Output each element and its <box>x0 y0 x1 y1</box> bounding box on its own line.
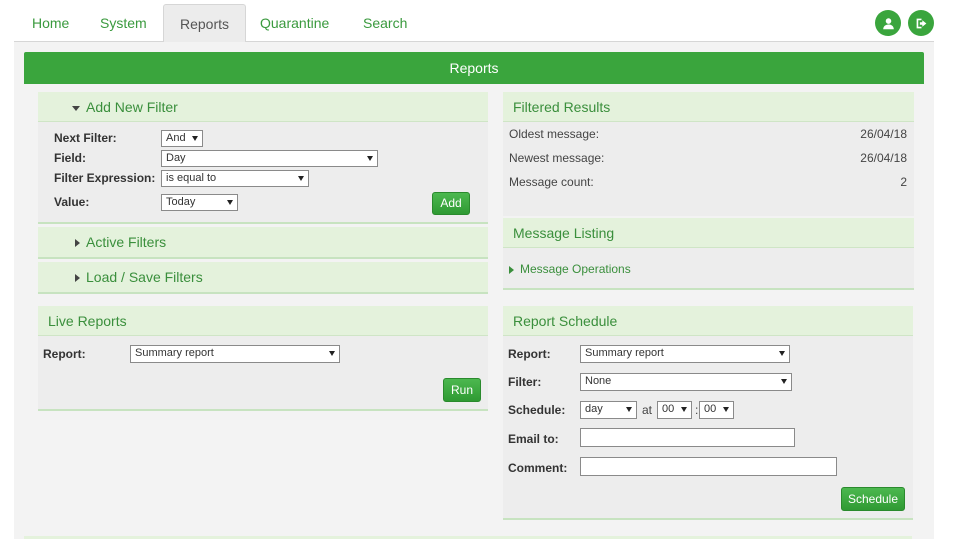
message-operations-label: Message Operations <box>520 262 631 276</box>
oldest-message-value: 26/04/18 <box>860 127 907 141</box>
chevron-down-icon <box>781 379 787 384</box>
tab-search[interactable]: Search <box>347 4 423 42</box>
report-schedule-panel: Report Schedule Report: Summary report F… <box>503 306 913 520</box>
schedule-period-select[interactable]: day <box>580 401 637 419</box>
live-reports-panel: Live Reports Report: Summary report Run <box>38 306 488 411</box>
schedule-filter-select[interactable]: None <box>580 373 792 391</box>
chevron-down-icon <box>681 407 687 412</box>
schedule-period-value: day <box>585 403 603 415</box>
add-filter-button[interactable]: Add <box>432 192 470 215</box>
filtered-results-header: Filtered Results <box>503 92 914 122</box>
chevron-down-icon <box>227 200 233 205</box>
user-icon <box>882 17 894 29</box>
add-filter-header[interactable]: Add New Filter <box>38 92 488 122</box>
chevron-down-icon <box>192 136 198 141</box>
oldest-message-label: Oldest message: <box>509 127 600 141</box>
comment-label: Comment: <box>508 461 568 475</box>
chevron-down-icon <box>723 407 729 412</box>
active-filters-title: Active Filters <box>86 234 167 250</box>
report-schedule-header: Report Schedule <box>503 306 913 336</box>
active-filters-header[interactable]: Active Filters <box>38 227 488 257</box>
next-filter-value: And <box>166 132 186 144</box>
schedule-minute-select[interactable]: 00 <box>699 401 734 419</box>
filtered-results-panel: Filtered Results Oldest message: 26/04/1… <box>503 92 914 216</box>
schedule-label: Schedule: <box>508 403 566 417</box>
chevron-down-icon <box>779 351 785 356</box>
next-filter-label: Next Filter: <box>54 131 117 145</box>
filter-expression-value: is equal to <box>166 172 217 184</box>
load-save-title: Load / Save Filters <box>86 269 203 285</box>
value-label: Value: <box>54 195 90 209</box>
message-count-label: Message count: <box>509 175 594 189</box>
newest-message-label: Newest message: <box>509 151 605 165</box>
logout-icon <box>916 18 926 28</box>
schedule-at-text: at <box>642 403 653 417</box>
schedule-report-value: Summary report <box>585 347 664 359</box>
message-operations-link[interactable]: Message Operations <box>509 262 631 276</box>
top-nav: Home System Reports Quarantine Search <box>14 4 934 43</box>
field-value: Day <box>166 152 186 164</box>
message-listing-panel: Message Listing Message Operations <box>503 218 914 290</box>
schedule-report-label: Report: <box>508 347 551 361</box>
value-select[interactable]: Today <box>161 194 238 211</box>
add-filter-title: Add New Filter <box>86 99 178 115</box>
email-label: Email to: <box>508 432 559 446</box>
filter-expression-label: Filter Expression: <box>54 171 156 185</box>
content-area: Reports Add New Filter Next Filter: And … <box>14 42 934 539</box>
message-listing-header: Message Listing <box>503 218 914 248</box>
message-count-value: 2 <box>900 175 907 189</box>
caret-right-icon <box>509 265 514 274</box>
email-field[interactable] <box>580 428 795 447</box>
user-button[interactable] <box>875 10 901 36</box>
live-report-value: Summary report <box>135 347 214 359</box>
comment-field[interactable] <box>580 457 837 476</box>
load-save-header[interactable]: Load / Save Filters <box>38 262 488 292</box>
chevron-down-icon <box>367 156 373 161</box>
schedule-report-select[interactable]: Summary report <box>580 345 790 363</box>
add-filter-panel: Add New Filter Next Filter: And Field: D… <box>38 92 488 224</box>
schedule-filter-value: None <box>585 375 612 387</box>
active-filters-panel: Active Filters <box>38 227 488 259</box>
live-report-label: Report: <box>43 347 86 361</box>
schedule-minute-value: 00 <box>704 403 717 415</box>
next-filter-select[interactable]: And <box>161 130 203 147</box>
newest-message-value: 26/04/18 <box>860 151 907 165</box>
tab-system[interactable]: System <box>84 4 163 42</box>
schedule-filter-label: Filter: <box>508 375 542 389</box>
live-report-select[interactable]: Summary report <box>130 345 340 363</box>
field-label: Field: <box>54 151 86 165</box>
chevron-down-icon <box>298 176 304 181</box>
chevron-down-icon <box>626 407 632 412</box>
schedule-hour-select[interactable]: 00 <box>657 401 692 419</box>
run-button[interactable]: Run <box>443 378 481 402</box>
schedule-button[interactable]: Schedule <box>841 487 905 511</box>
tab-reports[interactable]: Reports <box>163 4 247 43</box>
caret-down-icon <box>72 105 80 111</box>
logout-button[interactable] <box>908 10 934 36</box>
schedule-hour-value: 00 <box>662 403 675 415</box>
page-title: Reports <box>24 52 924 84</box>
caret-right-icon <box>75 274 80 283</box>
schedule-colon-text: : <box>695 403 699 417</box>
load-save-panel: Load / Save Filters <box>38 262 488 294</box>
tab-quarantine[interactable]: Quarantine <box>244 4 345 42</box>
value-value: Today <box>166 196 196 208</box>
field-select[interactable]: Day <box>161 150 378 167</box>
tab-home[interactable]: Home <box>16 4 85 42</box>
chevron-down-icon <box>329 351 335 356</box>
live-reports-header: Live Reports <box>38 306 488 336</box>
caret-right-icon <box>75 239 80 248</box>
filter-expression-select[interactable]: is equal to <box>161 170 309 187</box>
